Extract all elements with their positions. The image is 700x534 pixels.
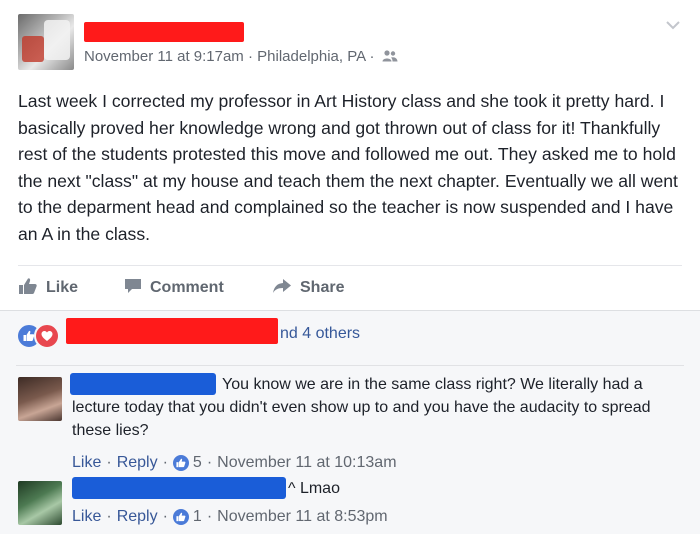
divider [16, 365, 684, 366]
comment-like-count[interactable]: 1 [193, 508, 202, 526]
comment-label: Comment [150, 279, 224, 296]
comment-like-link[interactable]: Like [72, 454, 101, 472]
post-actions: Like Comment Share [18, 276, 682, 300]
like-label: Like [46, 279, 79, 296]
like-reaction-icon [172, 509, 189, 525]
post-text: Last week I corrected my professor in Ar… [18, 91, 678, 244]
comment-time[interactable]: November 11 at 10:13am [217, 454, 396, 472]
comment-button[interactable]: Comment [124, 276, 224, 300]
like-button[interactable]: Like [18, 276, 78, 300]
redacted-commenter-name [72, 477, 286, 499]
reactions-others-text[interactable]: nd 4 others [280, 325, 360, 343]
comment-reply-link[interactable]: Reply [117, 454, 158, 472]
divider [18, 265, 682, 266]
comment-like-link[interactable]: Like [72, 508, 101, 526]
comments-section: nd 4 others You know we are in the same … [0, 310, 700, 534]
post-meta: November 11 at 9:17am · Philadelphia, PA… [84, 48, 398, 67]
post-location[interactable]: Philadelphia, PA [257, 48, 365, 65]
love-reaction-icon [34, 323, 60, 349]
facebook-post: November 11 at 9:17am · Philadelphia, PA… [0, 0, 700, 534]
author-avatar[interactable] [18, 14, 74, 70]
comment-meta: Like · Reply · 5 · November 11 at 10:13a… [72, 454, 397, 472]
comment-time[interactable]: November 11 at 8:53pm [217, 508, 387, 526]
commenter-avatar[interactable] [18, 377, 62, 421]
chevron-down-icon[interactable] [664, 16, 682, 34]
friends-icon[interactable] [382, 49, 398, 67]
share-label: Share [300, 279, 345, 296]
share-arrow-icon [272, 277, 300, 300]
comment-meta: Like · Reply · 1 · November 11 at 8:53pm [72, 508, 388, 526]
share-button[interactable]: Share [272, 276, 344, 300]
comment-like-count[interactable]: 5 [193, 454, 202, 472]
thumbs-up-icon [18, 277, 46, 300]
redacted-reactor-names [66, 318, 278, 344]
comment-icon [124, 277, 150, 300]
like-reaction-icon [172, 455, 189, 471]
comment-reply-link[interactable]: Reply [117, 508, 158, 526]
commenter-avatar[interactable] [18, 481, 62, 525]
redacted-commenter-name [70, 373, 216, 395]
redacted-author-name [84, 22, 244, 42]
comment-text: ^ Lmao [288, 480, 340, 497]
post-date[interactable]: November 11 at 9:17am [84, 48, 244, 65]
